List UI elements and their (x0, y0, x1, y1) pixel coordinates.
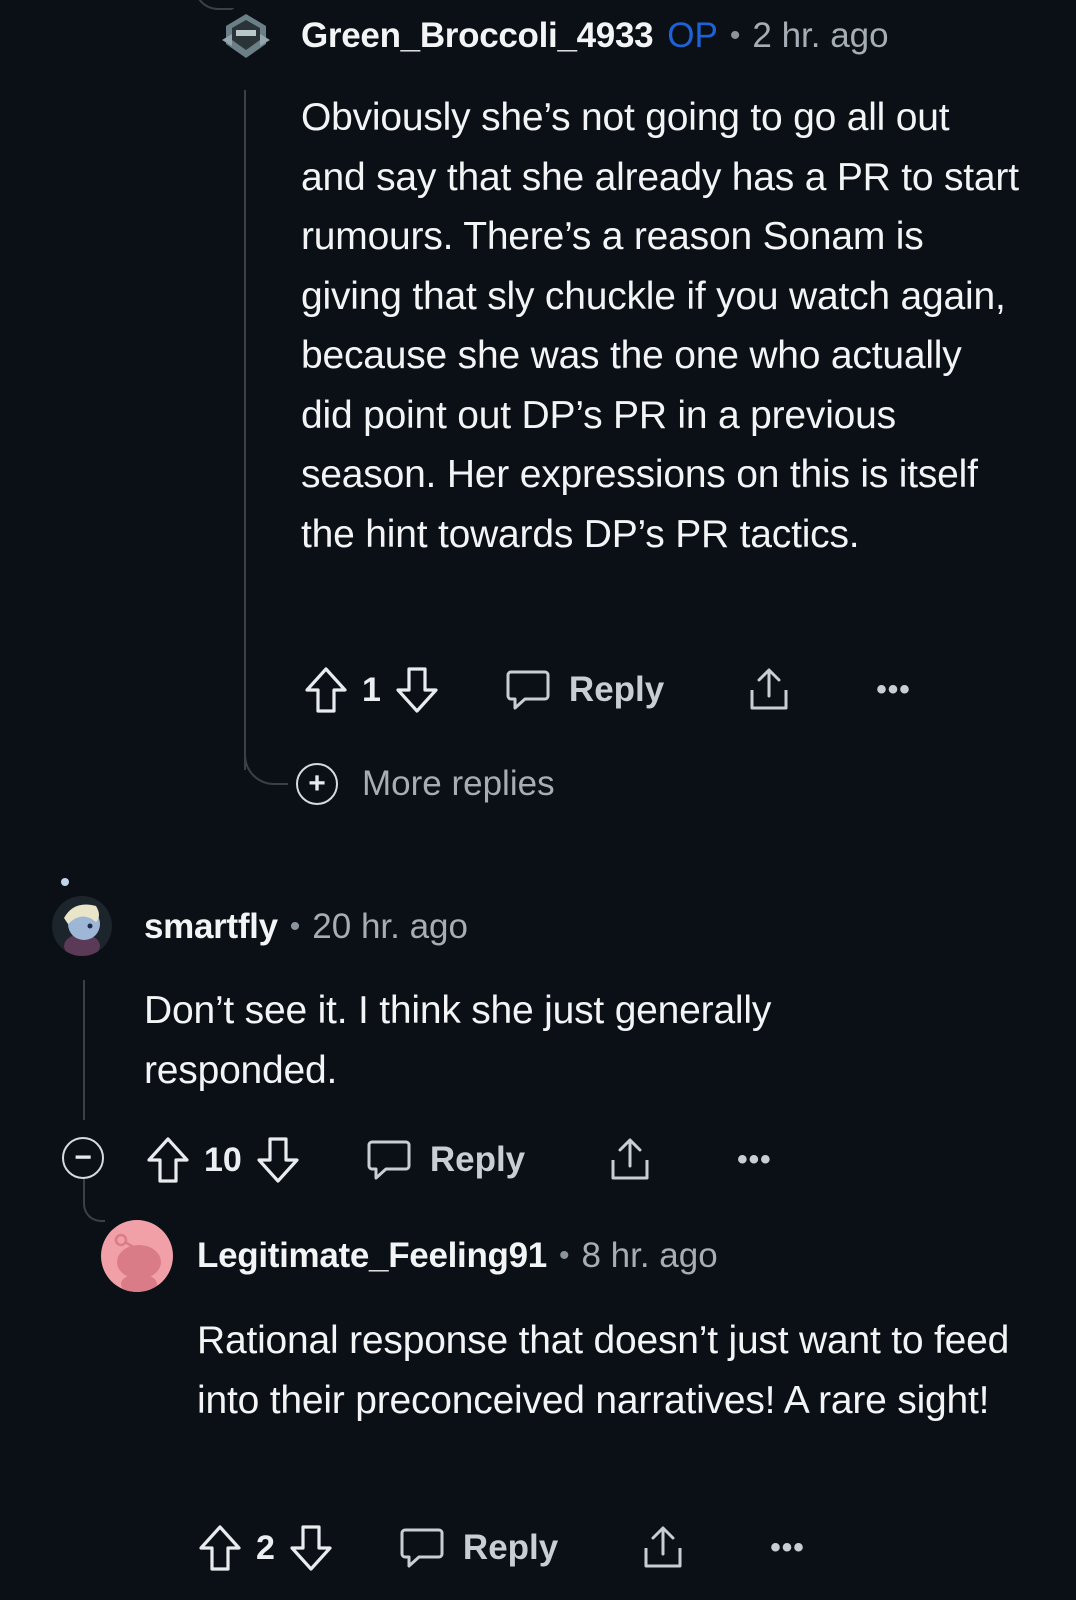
downvote-button[interactable] (289, 1524, 333, 1572)
speech-bubble-icon (506, 670, 550, 710)
more-replies-button[interactable]: + More replies (296, 763, 555, 805)
separator-dot: • (558, 1239, 570, 1272)
anime-avatar-icon (64, 904, 100, 956)
collapse-thread-button[interactable]: − (62, 1137, 104, 1179)
more-options-button[interactable]: ••• (770, 1531, 805, 1565)
op-badge: OP (667, 16, 718, 55)
downvote-button[interactable] (395, 666, 439, 714)
reply-button[interactable]: Reply (399, 1526, 558, 1570)
more-options-button[interactable]: ••• (737, 1143, 772, 1177)
snoo-avatar-icon (114, 1233, 161, 1292)
separator-dot: • (729, 19, 741, 52)
comment-actions: 2 Reply ••• (198, 1518, 805, 1578)
robot-avatar-icon (222, 14, 270, 58)
upvote-arrow-icon (199, 1525, 241, 1571)
share-icon (750, 668, 788, 710)
user-avatar[interactable] (101, 1220, 173, 1292)
timestamp: 8 hr. ago (581, 1236, 718, 1275)
speech-bubble-icon (400, 1528, 444, 1568)
share-button[interactable] (607, 1136, 653, 1184)
upvote-button[interactable] (146, 1136, 190, 1184)
comment-actions: 10 Reply ••• (146, 1130, 772, 1190)
online-indicator (61, 878, 69, 886)
share-icon (644, 1526, 682, 1568)
thread-top-curve (194, 0, 234, 10)
username[interactable]: Legitimate_Feeling91 (197, 1236, 547, 1276)
more-options-button[interactable]: ••• (876, 673, 911, 707)
reply-label: Reply (568, 670, 665, 709)
comment-meta: Green_Broccoli_4933 OP • 2 hr. ago (301, 14, 889, 58)
reply-button[interactable]: Reply (505, 668, 664, 712)
user-avatar[interactable] (218, 6, 274, 62)
upvote-arrow-icon (147, 1137, 189, 1183)
timestamp: 20 hr. ago (312, 907, 468, 946)
reply-label: Reply (429, 1140, 526, 1179)
upvote-button[interactable] (198, 1524, 242, 1572)
upvote-button[interactable] (304, 666, 348, 714)
comment-body: Obviously she’s not going to go all out … (301, 96, 1019, 556)
comment-actions: 1 Reply ••• (304, 660, 911, 720)
comment-meta: Legitimate_Feeling91 • 8 hr. ago (197, 1234, 718, 1278)
thread-branch-curve (244, 745, 288, 785)
vote-count: 2 (256, 1528, 275, 1567)
separator-dot: • (289, 910, 301, 943)
vote-count: 1 (362, 670, 381, 709)
downvote-arrow-icon (396, 667, 438, 713)
plus-circle-icon: + (296, 763, 338, 805)
thread-branch-curve (83, 1190, 105, 1222)
minus-circle-icon: − (62, 1137, 104, 1179)
comment-body: Don’t see it. I think she just generally… (144, 989, 772, 1092)
comment-body: Rational response that doesn’t just want… (197, 1319, 1010, 1422)
speech-bubble-icon (367, 1140, 411, 1180)
username[interactable]: smartfly (144, 907, 278, 947)
reply-label: Reply (462, 1528, 559, 1567)
timestamp: 2 hr. ago (752, 16, 889, 55)
vote-count: 10 (204, 1140, 242, 1179)
comment-meta: smartfly • 20 hr. ago (144, 905, 468, 949)
upvote-arrow-icon (305, 667, 347, 713)
share-button[interactable] (746, 666, 792, 714)
thread-line (83, 980, 85, 1120)
more-replies-label: More replies (362, 764, 555, 803)
downvote-arrow-icon (257, 1137, 299, 1183)
share-button[interactable] (640, 1524, 686, 1572)
downvote-button[interactable] (256, 1136, 300, 1184)
thread-line (244, 90, 246, 770)
downvote-arrow-icon (290, 1525, 332, 1571)
reply-button[interactable]: Reply (366, 1138, 525, 1182)
username[interactable]: Green_Broccoli_4933 (301, 16, 654, 56)
user-avatar[interactable] (52, 896, 112, 956)
share-icon (611, 1138, 649, 1180)
